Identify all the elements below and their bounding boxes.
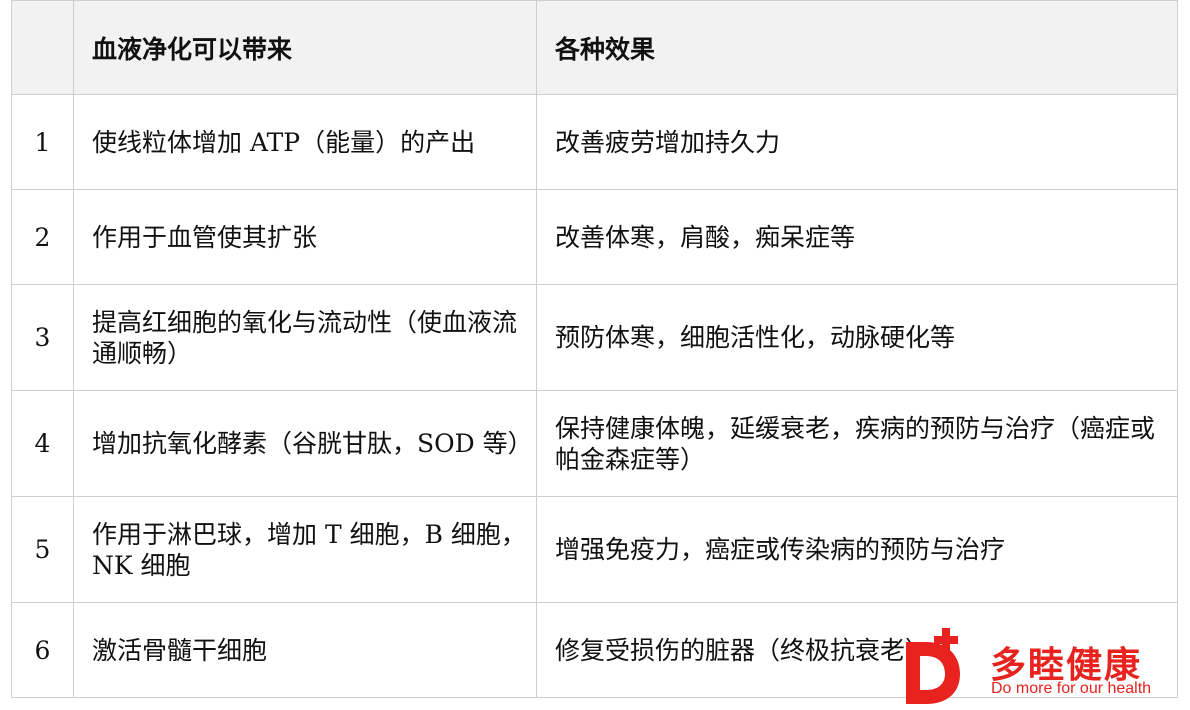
row-number: 4	[11, 390, 74, 497]
row-benefit: 使线粒体增加 ATP（能量）的产出	[73, 94, 537, 190]
logo-slogan-a: Do mo	[991, 680, 1039, 697]
table-header-row: 血液净化可以带来 各种效果	[11, 0, 1178, 95]
row-effect: 改善体寒，肩酸，痴呆症等	[536, 189, 1178, 285]
row-number: 5	[11, 496, 74, 603]
row-benefit: 作用于淋巴球，增加 T 细胞，B 细胞，NK 细胞	[73, 496, 537, 603]
row-number: 1	[11, 94, 74, 190]
table-row: 5 作用于淋巴球，增加 T 细胞，B 细胞，NK 细胞 增强免疫力，癌症或传染病…	[11, 496, 1178, 603]
row-effect: 保持健康体魄，延缓衰老，疾病的预防与治疗（癌症或帕金森症等）	[536, 390, 1178, 497]
table-row: 3 提高红细胞的氧化与流动性（使血液流通顺畅） 预防体寒，细胞活性化，动脉硬化等	[11, 284, 1178, 391]
row-benefit: 提高红细胞的氧化与流动性（使血液流通顺畅）	[73, 284, 537, 391]
table-row: 1 使线粒体增加 ATP（能量）的产出 改善疲劳增加持久力	[11, 94, 1178, 190]
row-benefit: 作用于血管使其扩张	[73, 189, 537, 285]
brand-logo: 多睦健康 Do more for our health	[898, 622, 1188, 708]
header-index	[11, 0, 74, 95]
d-plus-logo-icon	[906, 628, 960, 704]
row-benefit: 激活骨髓干细胞	[73, 602, 537, 698]
row-number: 2	[11, 189, 74, 285]
benefits-table: 血液净化可以带来 各种效果 1 使线粒体增加 ATP（能量）的产出 改善疲劳增加…	[11, 0, 1178, 698]
row-number: 3	[11, 284, 74, 391]
row-effect: 改善疲劳增加持久力	[536, 94, 1178, 190]
row-benefit: 增加抗氧化酵素（谷胱甘肽，SOD 等）	[73, 390, 537, 497]
logo-slogan: Do more for our health	[991, 680, 1151, 698]
header-benefit: 血液净化可以带来	[73, 0, 537, 95]
header-effect: 各种效果	[536, 0, 1178, 95]
table-row: 4 增加抗氧化酵素（谷胱甘肽，SOD 等） 保持健康体魄，延缓衰老，疾病的预防与…	[11, 390, 1178, 497]
table-row: 2 作用于血管使其扩张 改善体寒，肩酸，痴呆症等	[11, 189, 1178, 285]
row-effect: 增强免疫力，癌症或传染病的预防与治疗	[536, 496, 1178, 603]
row-number: 6	[11, 602, 74, 698]
logo-slogan-b: re for our health	[1038, 680, 1152, 697]
row-effect: 预防体寒，细胞活性化，动脉硬化等	[536, 284, 1178, 391]
